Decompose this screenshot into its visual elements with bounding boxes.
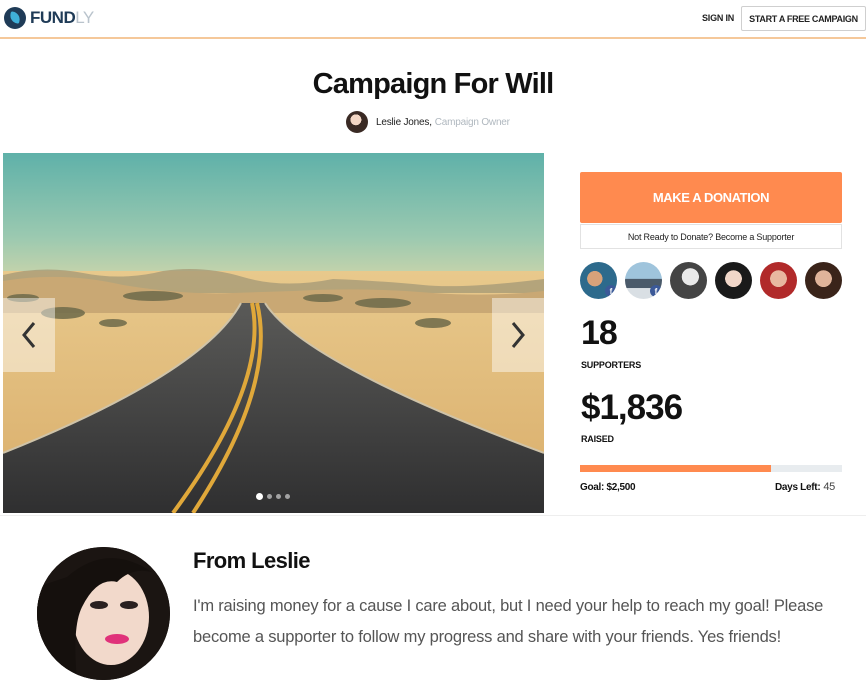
section-divider <box>0 515 866 516</box>
supporter-avatar[interactable] <box>805 262 842 299</box>
owner-role: Campaign Owner <box>434 116 510 128</box>
from-heading: From Leslie <box>193 548 310 573</box>
fundly-logo-icon <box>4 7 26 29</box>
carousel-dot[interactable] <box>276 494 281 499</box>
make-donation-button[interactable]: MAKE A DONATION <box>580 172 842 223</box>
sign-in-link[interactable]: SIGN IN <box>702 13 734 23</box>
owner-avatar[interactable] <box>346 111 368 133</box>
goal-amount: Goal: $2,500 <box>580 482 636 493</box>
top-navigation-bar: FUNDLY SIGN IN START A FREE CAMPAIGN <box>0 0 866 39</box>
supporter-avatar[interactable] <box>670 262 707 299</box>
desert-road-photo <box>3 153 544 513</box>
facebook-icon: f <box>650 285 662 297</box>
raised-label: RAISED <box>581 434 614 444</box>
supporter-avatar[interactable]: f <box>625 262 662 299</box>
supporter-avatars: f f <box>580 262 842 299</box>
progress-fill <box>580 465 772 472</box>
campaign-owner: Leslie Jones, Campaign Owner <box>346 111 510 133</box>
campaign-image-carousel[interactable] <box>3 153 544 513</box>
campaign-description: I'm raising money for a cause I care abo… <box>193 597 824 646</box>
owner-name[interactable]: Leslie Jones, <box>376 117 432 128</box>
raised-amount: $1,836 <box>581 388 683 427</box>
supporters-count: 18 <box>581 314 618 352</box>
woman-portrait-image <box>37 547 170 680</box>
supporter-avatar[interactable]: f <box>580 262 617 299</box>
leslie-profile-photo[interactable] <box>37 547 170 680</box>
carousel-pagination <box>256 493 290 500</box>
supporters-label: SUPPORTERS <box>581 360 642 370</box>
fundraising-progress-bar <box>580 465 842 472</box>
carousel-dot[interactable] <box>256 493 263 500</box>
start-free-campaign-button[interactable]: START A FREE CAMPAIGN <box>741 6 866 31</box>
chevron-right-icon <box>511 322 525 348</box>
days-left-value: 45 <box>823 481 835 493</box>
carousel-dot[interactable] <box>267 494 272 499</box>
chevron-left-icon <box>22 322 36 348</box>
carousel-dot[interactable] <box>285 494 290 499</box>
next-slide-button[interactable] <box>492 298 544 372</box>
supporter-avatar[interactable] <box>760 262 797 299</box>
days-left-label: Days Left: <box>775 482 821 493</box>
supporter-avatar[interactable] <box>715 262 752 299</box>
fundly-logo[interactable]: FUNDLY <box>4 7 94 29</box>
logo-wordmark: FUNDLY <box>30 8 94 27</box>
days-left: Days Left: 45 <box>775 481 835 493</box>
campaign-title: Campaign For Will <box>312 68 555 100</box>
previous-slide-button[interactable] <box>3 298 55 372</box>
become-supporter-button[interactable]: Not Ready to Donate? Become a Supporter <box>580 224 842 249</box>
facebook-icon: f <box>605 285 617 297</box>
